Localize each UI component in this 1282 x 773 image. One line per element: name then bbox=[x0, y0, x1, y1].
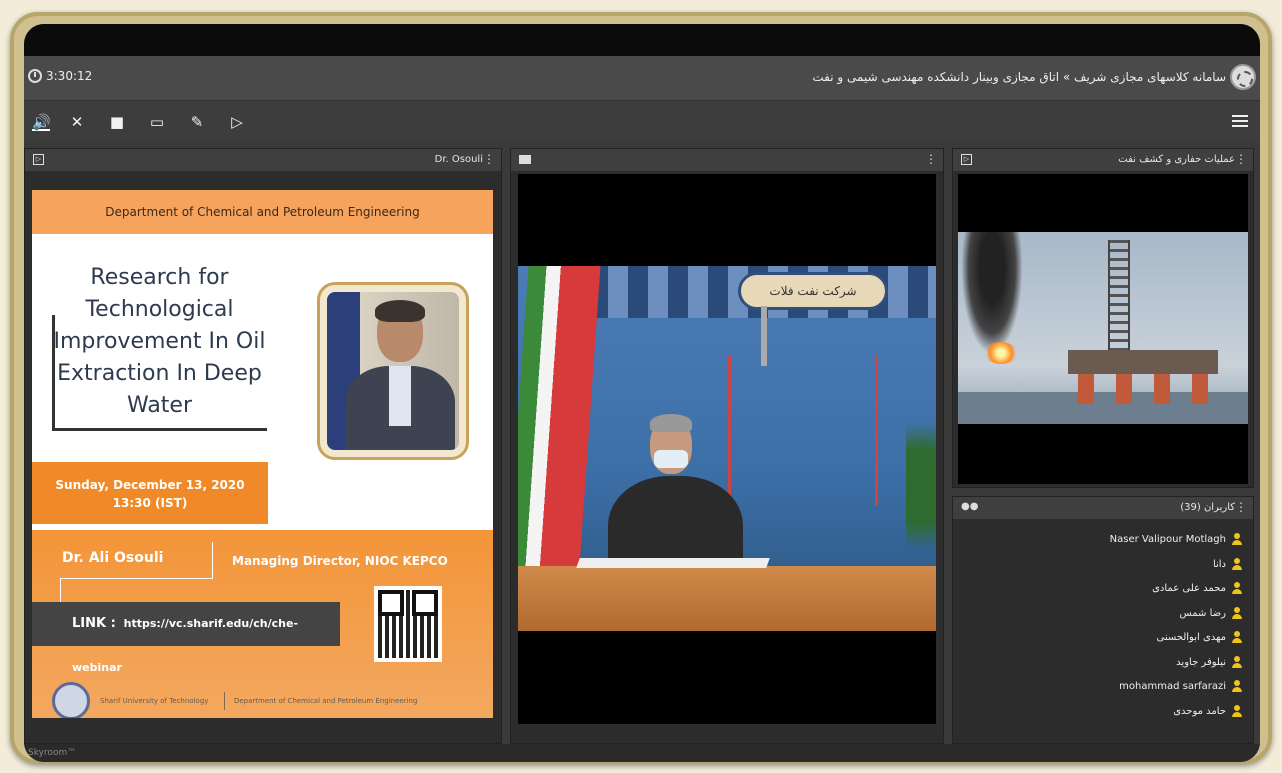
user-icon bbox=[1232, 533, 1242, 545]
list-item[interactable]: mohammad sarfarazi bbox=[958, 675, 1248, 700]
face-mask bbox=[654, 450, 688, 468]
footer-brand: Skyroom™ bbox=[28, 748, 77, 758]
speaker-video: شرکت نفت فلات bbox=[518, 174, 936, 724]
plant bbox=[906, 396, 936, 576]
platform bbox=[1068, 350, 1218, 374]
clock-icon bbox=[28, 69, 42, 83]
app-window: 3:30:12 سامانه کلاسهای مجازی شریف » اتاق… bbox=[24, 24, 1260, 762]
user-icon bbox=[1232, 606, 1242, 619]
more-options-icon[interactable]: ⋮ bbox=[1235, 500, 1247, 514]
divider bbox=[212, 542, 213, 578]
camera-icon[interactable] bbox=[519, 155, 531, 164]
video-scene: شرکت نفت فلات bbox=[518, 266, 936, 631]
rig-backdrop bbox=[728, 306, 878, 506]
iran-flag bbox=[518, 266, 601, 566]
users-icon: ●● bbox=[961, 501, 979, 512]
papers bbox=[576, 558, 770, 568]
users-panel-header: ●● کاربران (39) ⋮ bbox=[953, 497, 1253, 519]
media-panel-header: ▷ عملیات حفاری و کشف نفت ⋮ bbox=[953, 149, 1253, 171]
list-item[interactable]: محمد علی عمادی bbox=[958, 577, 1248, 602]
slide-heading: Research for Technological Improvement I… bbox=[53, 265, 266, 418]
list-item[interactable]: نیلوفر جاوید bbox=[958, 651, 1248, 676]
speaker-name: Dr. Ali Osouli bbox=[62, 550, 164, 566]
title-bar: 3:30:12 سامانه کلاسهای مجازی شریف » اتاق… bbox=[24, 56, 1260, 100]
fire bbox=[984, 342, 1018, 364]
list-item[interactable]: مهدی ابوالحسنی bbox=[958, 626, 1248, 651]
smoke bbox=[962, 232, 1022, 352]
panel-title: عملیات حفاری و کشف نفت bbox=[1118, 154, 1235, 165]
user-icon bbox=[1232, 557, 1242, 570]
users-list: Naser Valipour Motlagh دانا محمد علی عما… bbox=[958, 524, 1248, 732]
room-title: سامانه کلاسهای مجازی شریف » اتاق مجازی و… bbox=[812, 70, 1226, 84]
date-line-2: 13:30 (IST) bbox=[112, 496, 188, 510]
list-item[interactable]: رضا شمس bbox=[958, 602, 1248, 627]
timer-text: 3:30:12 bbox=[46, 69, 93, 83]
divider bbox=[224, 692, 225, 710]
speaker-icon[interactable]: 🔊 bbox=[32, 113, 51, 131]
user-icon bbox=[1232, 655, 1242, 668]
user-icon bbox=[1232, 631, 1242, 643]
top-black-bar bbox=[24, 24, 1260, 56]
media-icon[interactable]: ▷ bbox=[33, 154, 44, 165]
user-icon bbox=[1232, 704, 1242, 717]
decorative-line bbox=[52, 428, 267, 431]
users-title: کاربران (39) bbox=[1180, 502, 1235, 513]
decorative-line bbox=[52, 315, 55, 431]
mic-muted-icon[interactable]: ✕ bbox=[68, 113, 86, 131]
camera-icon[interactable]: ■ bbox=[108, 113, 126, 131]
user-icon bbox=[1232, 680, 1242, 692]
speaker-role: Managing Director, NIOC KEPCO bbox=[232, 554, 448, 568]
user-icon bbox=[1232, 582, 1242, 594]
portrait-image bbox=[327, 292, 459, 450]
speaker-portrait bbox=[317, 282, 469, 460]
screen-share-icon[interactable]: ▭ bbox=[148, 113, 166, 131]
toolbar: 🔊 ✕ ■ ▭ ✎ ▷ bbox=[24, 100, 1260, 142]
banner-title: شرکت نفت فلات bbox=[738, 272, 888, 310]
divider bbox=[60, 578, 61, 602]
more-options-icon[interactable]: ⋮ bbox=[483, 152, 495, 166]
media-icon[interactable]: ▷ bbox=[961, 154, 972, 165]
footer-department: Department of Chemical and Petroleum Eng… bbox=[234, 697, 418, 705]
panel-title: Dr. Osouli bbox=[434, 154, 483, 165]
date-line-1: Sunday, December 13, 2020 bbox=[55, 478, 245, 492]
video-panel-header: ⋮ bbox=[511, 149, 943, 171]
session-timer: 3:30:12 bbox=[28, 69, 92, 83]
rig-scene bbox=[958, 232, 1248, 424]
footer-bar: Skyroom™ bbox=[24, 744, 1260, 762]
desk bbox=[518, 566, 936, 631]
menu-icon[interactable] bbox=[1232, 115, 1248, 129]
slide-panel-header: ▷ Dr. Osouli ⋮ bbox=[25, 149, 501, 171]
slide-bottom-section: Dr. Ali Osouli Managing Director, NIOC K… bbox=[32, 530, 493, 718]
link-label: LINK : bbox=[72, 616, 116, 631]
slide-top-banner: Department of Chemical and Petroleum Eng… bbox=[32, 190, 493, 234]
date-box: Sunday, December 13, 2020 13:30 (IST) bbox=[32, 462, 268, 524]
list-item[interactable]: حامد موحدی bbox=[958, 700, 1248, 725]
oil-rig-video bbox=[958, 174, 1248, 484]
presentation-slide: Department of Chemical and Petroleum Eng… bbox=[32, 190, 493, 718]
link-box: LINK : https://vc.sharif.edu/ch/che-webi… bbox=[32, 602, 340, 674]
brush-icon[interactable]: ✎ bbox=[188, 113, 206, 131]
media-icon[interactable]: ▷ bbox=[228, 113, 246, 131]
derrick bbox=[1108, 240, 1130, 350]
list-item[interactable]: دانا bbox=[958, 553, 1248, 578]
sharif-university-logo bbox=[52, 682, 90, 718]
list-item[interactable]: Naser Valipour Motlagh bbox=[958, 528, 1248, 553]
more-options-icon[interactable]: ⋮ bbox=[1235, 152, 1247, 166]
footer-university: Sharif University of Technology bbox=[100, 697, 209, 705]
more-options-icon[interactable]: ⋮ bbox=[925, 152, 937, 166]
divider bbox=[60, 578, 213, 579]
sharif-logo-icon bbox=[1230, 64, 1256, 90]
qr-code-icon bbox=[374, 586, 442, 662]
